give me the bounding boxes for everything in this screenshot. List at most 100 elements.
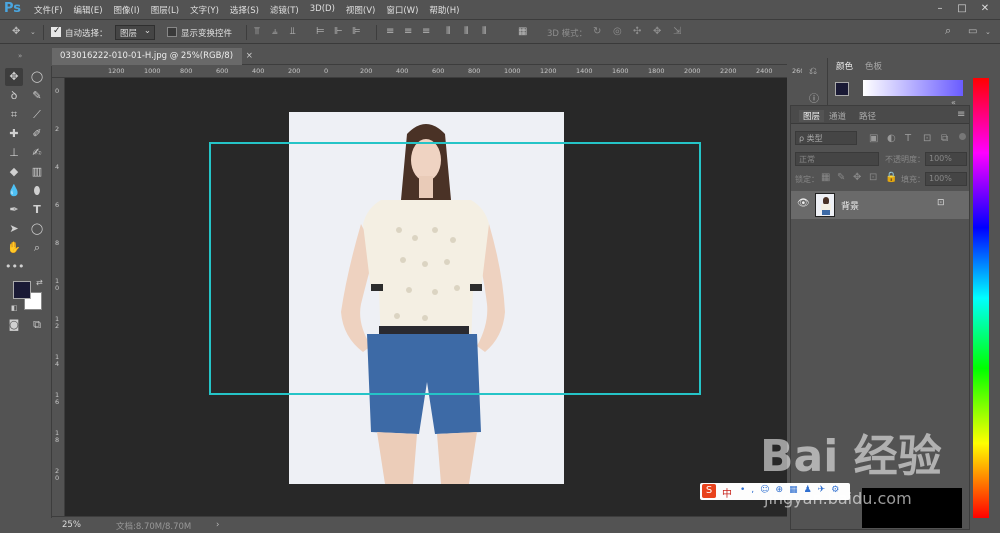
align-right-icon[interactable]: ⊫ bbox=[352, 26, 361, 38]
tab-close-icon[interactable]: × bbox=[246, 51, 253, 61]
maximize-icon[interactable]: □ bbox=[955, 2, 969, 16]
3d-roll-icon[interactable]: ◎ bbox=[613, 26, 622, 38]
layer-name[interactable]: 背景 bbox=[841, 199, 859, 212]
3d-orbit-icon[interactable]: ↻ bbox=[593, 26, 601, 38]
more-tools-icon[interactable]: ••• bbox=[5, 258, 24, 276]
move-tool-icon[interactable]: ✥ bbox=[12, 26, 20, 38]
eyedropper-tool-icon[interactable]: ⟋ bbox=[28, 106, 46, 124]
auto-select-checkbox[interactable] bbox=[51, 26, 61, 37]
layer-row-background[interactable]: 👁 背景 ⊡ bbox=[791, 191, 969, 219]
close-icon[interactable]: ✕ bbox=[978, 2, 992, 16]
menu-layer[interactable]: 图层(L) bbox=[151, 4, 179, 16]
menu-view[interactable]: 视图(V) bbox=[346, 4, 375, 16]
menu-edit[interactable]: 编辑(E) bbox=[74, 4, 103, 16]
pen-tool-icon[interactable]: ✒ bbox=[5, 201, 23, 219]
shape-tool-icon[interactable]: ◯ bbox=[28, 220, 46, 238]
menu-window[interactable]: 窗口(W) bbox=[386, 4, 418, 16]
eraser-tool-icon[interactable]: ◆ bbox=[5, 163, 23, 181]
align-hcenter-icon[interactable]: ⊩ bbox=[334, 26, 343, 38]
menu-filter[interactable]: 滤镜(T) bbox=[270, 4, 299, 16]
align-vcenter-icon[interactable]: ⫨ bbox=[272, 26, 278, 38]
collapse-icon[interactable]: » bbox=[18, 52, 22, 60]
filter-toggle-icon[interactable] bbox=[959, 133, 966, 140]
lock-artboard-icon[interactable]: ⊡ bbox=[869, 172, 877, 184]
quick-mask-icon[interactable]: ◙ bbox=[5, 316, 23, 334]
move-tool-icon[interactable]: ✥ bbox=[5, 68, 23, 86]
tab-color[interactable]: 颜色 bbox=[836, 60, 853, 72]
tab-channels[interactable]: 通道 bbox=[829, 110, 846, 122]
zoom-level[interactable]: 25% bbox=[62, 520, 81, 530]
ime-mode[interactable]: 中 bbox=[722, 485, 732, 500]
screen-mode-icon[interactable]: ⧉ bbox=[28, 316, 46, 334]
filter-smart-icon[interactable]: ⧉ bbox=[941, 133, 948, 145]
filter-adjustment-icon[interactable]: ◐ bbox=[887, 133, 896, 145]
status-menu-arrow[interactable]: › bbox=[216, 520, 219, 530]
menu-type[interactable]: 文字(Y) bbox=[190, 4, 219, 16]
3d-scale-icon[interactable]: ⇲ bbox=[673, 26, 681, 38]
distribute-hcenter-icon[interactable]: ⦀ bbox=[464, 26, 468, 38]
tab-layers[interactable]: 图层 bbox=[799, 110, 825, 122]
document-tab[interactable]: 033016222-010-01-H.jpg @ 25%(RGB/8) × bbox=[52, 48, 253, 65]
lock-position-icon[interactable]: ✥ bbox=[853, 172, 861, 184]
dodge-tool-icon[interactable]: ⬮ bbox=[28, 182, 46, 200]
lock-all-icon[interactable]: 🔒 bbox=[885, 172, 897, 184]
default-colors-icon[interactable]: ◧ bbox=[11, 304, 18, 312]
lock-transparent-icon[interactable]: ▦ bbox=[821, 172, 830, 184]
color-spectrum[interactable] bbox=[973, 78, 989, 518]
healing-brush-tool-icon[interactable]: ✚ bbox=[5, 125, 23, 143]
filter-type-icon[interactable]: T bbox=[905, 133, 911, 145]
distribute-top-icon[interactable]: ≡ bbox=[386, 26, 394, 38]
history-brush-tool-icon[interactable]: ✍ bbox=[28, 144, 46, 162]
blend-mode-dropdown[interactable]: 正常 bbox=[795, 152, 879, 166]
zoom-tool-icon[interactable]: ⌕ bbox=[28, 239, 46, 257]
distribute-bottom-icon[interactable]: ≡ bbox=[422, 26, 430, 38]
color-panel-foreground[interactable] bbox=[835, 82, 849, 96]
search-icon[interactable]: ⌕ bbox=[945, 25, 951, 37]
3d-pan-icon[interactable]: ✣ bbox=[633, 26, 641, 38]
menu-help[interactable]: 帮助(H) bbox=[429, 4, 459, 16]
selection-rectangle[interactable] bbox=[209, 142, 701, 395]
auto-select-dropdown[interactable]: 图层 ⌄ bbox=[115, 25, 155, 40]
marquee-tool-icon[interactable]: ◯ bbox=[28, 68, 46, 86]
lock-pixels-icon[interactable]: ✎ bbox=[837, 172, 845, 184]
workspace-icon[interactable]: ▭ bbox=[968, 26, 977, 38]
hand-tool-icon[interactable]: ✋ bbox=[5, 239, 23, 257]
chevron-down-icon[interactable]: ⌄ bbox=[985, 26, 991, 38]
align-top-icon[interactable]: ⫪ bbox=[254, 26, 260, 38]
clone-stamp-tool-icon[interactable]: ⊥ bbox=[5, 144, 23, 162]
minimize-icon[interactable]: – bbox=[933, 2, 947, 16]
tab-swatches[interactable]: 色板 bbox=[865, 60, 882, 72]
align-bottom-icon[interactable]: ⫫ bbox=[290, 26, 296, 38]
align-left-icon[interactable]: ⊨ bbox=[316, 26, 325, 38]
blur-tool-icon[interactable]: 💧 bbox=[5, 182, 23, 200]
distribute-left-icon[interactable]: ⦀ bbox=[446, 26, 450, 38]
opacity-field[interactable]: 100% bbox=[925, 152, 967, 166]
brush-tool-icon[interactable]: ✐ bbox=[28, 125, 46, 143]
eye-icon[interactable]: 👁 bbox=[797, 198, 810, 209]
distribute-right-icon[interactable]: ⦀ bbox=[482, 26, 486, 38]
foreground-color-swatch[interactable] bbox=[13, 281, 31, 299]
auto-align-icon[interactable]: ▦ bbox=[518, 26, 527, 38]
menu-select[interactable]: 选择(S) bbox=[230, 4, 259, 16]
distribute-vcenter-icon[interactable]: ≡ bbox=[404, 26, 412, 38]
panel-menu-icon[interactable]: ≡ bbox=[957, 109, 965, 121]
swap-colors-icon[interactable]: ⇄ bbox=[36, 278, 43, 287]
show-transform-checkbox[interactable] bbox=[167, 27, 177, 37]
history-icon[interactable]: ⎌ bbox=[809, 66, 817, 78]
crop-tool-icon[interactable]: ⌗ bbox=[5, 106, 23, 124]
3d-slide-icon[interactable]: ✥ bbox=[653, 26, 661, 38]
type-tool-icon[interactable]: T bbox=[28, 201, 46, 219]
lasso-tool-icon[interactable]: ꝺ bbox=[5, 87, 23, 105]
path-select-tool-icon[interactable]: ➤ bbox=[5, 220, 23, 238]
gradient-tool-icon[interactable]: ▥ bbox=[28, 163, 46, 181]
menu-3d[interactable]: 3D(D) bbox=[310, 4, 335, 16]
menu-file[interactable]: 文件(F) bbox=[34, 4, 63, 16]
quick-select-tool-icon[interactable]: ✎ bbox=[28, 87, 46, 105]
filter-pixel-icon[interactable]: ▣ bbox=[869, 133, 878, 145]
filter-shape-icon[interactable]: ⊡ bbox=[923, 133, 931, 145]
color-ramp[interactable] bbox=[863, 80, 963, 96]
layer-filter-dropdown[interactable]: ρ 类型 bbox=[795, 131, 857, 145]
fill-field[interactable]: 100% bbox=[925, 172, 967, 186]
sogou-icon[interactable]: S bbox=[702, 484, 716, 498]
tab-paths[interactable]: 路径 bbox=[859, 110, 876, 122]
